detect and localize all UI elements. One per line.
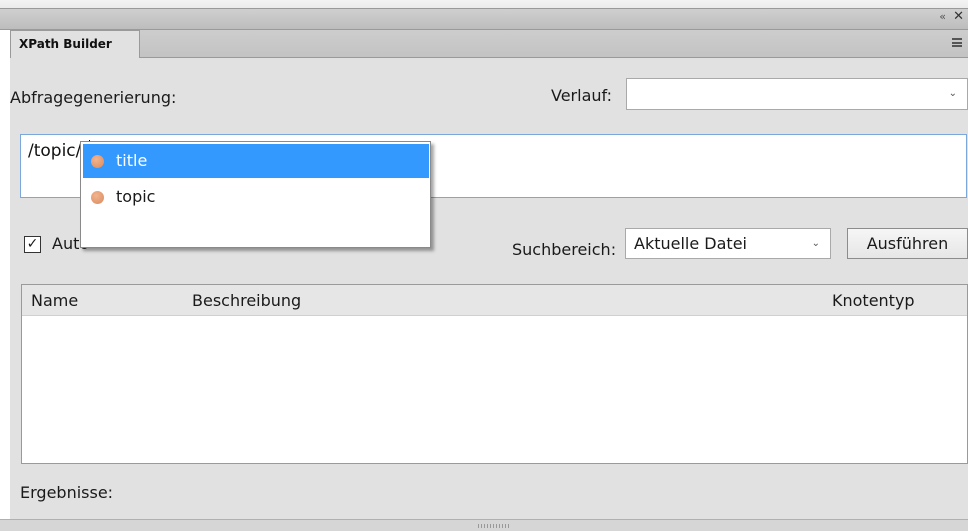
close-icon[interactable]: ✕ xyxy=(953,9,964,24)
column-header-name[interactable]: Name xyxy=(31,291,78,310)
panel-header-strip: ‹‹ ✕ xyxy=(0,8,968,30)
autocomplete-item-topic[interactable]: topic xyxy=(83,180,429,214)
column-header-description[interactable]: Beschreibung xyxy=(192,291,301,310)
auto-checkbox[interactable]: ✓ xyxy=(24,236,41,253)
column-header-node-type[interactable]: Knotentyp xyxy=(832,291,915,310)
run-button[interactable]: Ausführen xyxy=(847,228,968,259)
panel-menu-icon[interactable] xyxy=(952,38,962,47)
collapse-icon[interactable]: ‹‹ xyxy=(939,10,946,23)
chevron-down-icon: ⌄ xyxy=(948,87,957,99)
chevron-down-icon: ⌄ xyxy=(811,237,820,249)
scope-dropdown[interactable]: Aktuelle Datei ⌄ xyxy=(625,228,831,259)
element-node-icon xyxy=(91,155,104,168)
results-table[interactable]: Name Beschreibung Knotentyp xyxy=(21,284,968,464)
results-label: Ergebnisse: xyxy=(20,483,114,502)
scope-label: Suchbereich: xyxy=(512,240,617,259)
history-dropdown[interactable]: ⌄ xyxy=(626,78,968,110)
xpath-builder-panel: Abfragegenerierung: Verlauf: ⌄ /topic/t … xyxy=(10,58,968,531)
scope-value: Aktuelle Datei xyxy=(634,234,747,253)
autocomplete-item-label: title xyxy=(116,151,148,170)
autocomplete-item-title[interactable]: title xyxy=(83,144,429,178)
resize-bar[interactable] xyxy=(0,519,968,531)
tab-strip-empty xyxy=(140,30,968,58)
table-header: Name Beschreibung Knotentyp xyxy=(22,285,967,316)
autocomplete-popup: title topic xyxy=(80,141,431,248)
resize-grip-icon[interactable] xyxy=(478,524,510,528)
history-label: Verlauf: xyxy=(551,86,612,105)
query-label: Abfragegenerierung: xyxy=(10,88,177,107)
autocomplete-item-label: topic xyxy=(116,187,156,206)
element-node-icon xyxy=(91,191,104,204)
tab-xpath-builder[interactable]: XPath Builder xyxy=(10,30,140,58)
